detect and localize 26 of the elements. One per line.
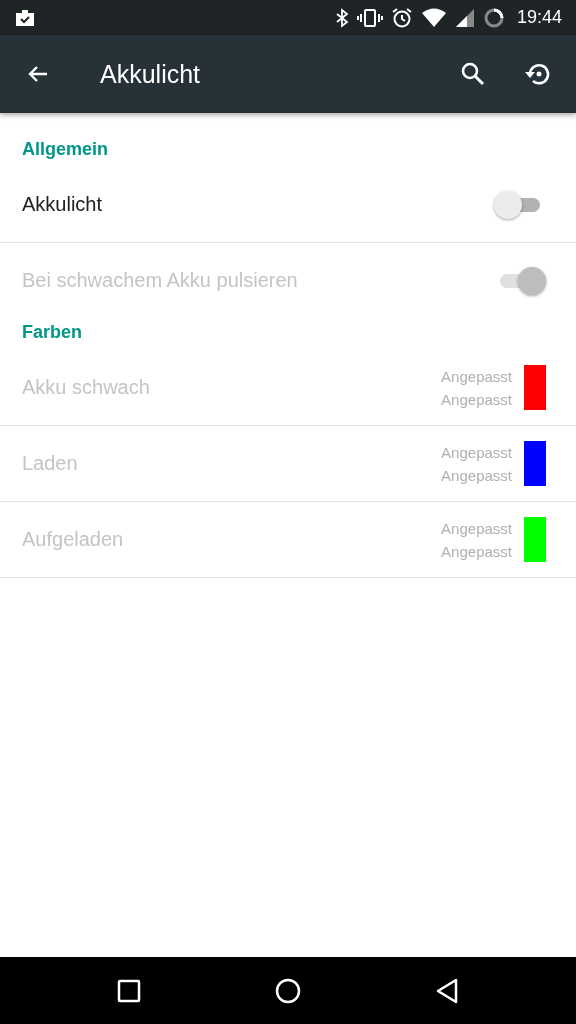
toolbar-title: Akkulicht <box>100 59 202 89</box>
color-value: Angepasst <box>441 541 512 562</box>
signal-icon <box>454 7 475 28</box>
battery-ring-icon <box>482 6 505 29</box>
color-value: Angepasst <box>441 366 512 387</box>
color-value: Angepasst <box>441 465 512 486</box>
setting-label: Akku schwach <box>22 376 151 399</box>
back-triangle-icon[interactable] <box>435 977 459 1004</box>
search-icon[interactable] <box>460 61 486 87</box>
clipboard-check-icon <box>14 7 36 28</box>
wifi-icon <box>420 7 447 28</box>
setting-label: Laden <box>22 452 79 475</box>
color-value: Angepasst <box>441 442 512 463</box>
status-time: 19:44 <box>516 7 562 28</box>
recents-square-icon[interactable] <box>117 978 141 1003</box>
section-header: Farben <box>21 321 83 344</box>
section-header: Allgemein <box>21 138 110 161</box>
color-value: Angepasst <box>441 389 512 410</box>
color-value: Angepasst <box>441 518 512 539</box>
bluetooth-icon <box>334 7 349 28</box>
alarm-clock-icon <box>390 6 413 29</box>
setting-label: Akkulicht <box>22 193 104 216</box>
setting-label: Bei schwachem Akku pulsieren <box>22 269 299 292</box>
setting-label: Aufgeladen <box>22 528 125 551</box>
home-circle-icon[interactable] <box>275 977 301 1004</box>
vibrate-icon <box>356 7 383 28</box>
